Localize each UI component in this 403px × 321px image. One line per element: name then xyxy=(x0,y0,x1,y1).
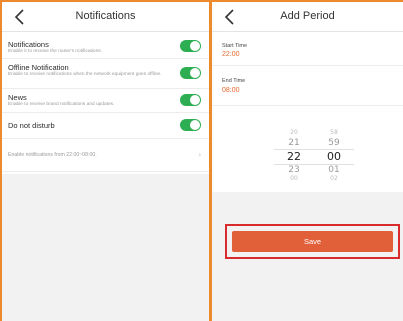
dnd-period-text: Enable notifications from 22:00~08:00. xyxy=(8,152,97,158)
start-time-value: 22:00 xyxy=(222,51,240,58)
picker-minute[interactable]: 58 xyxy=(319,129,349,136)
start-time-label: Start Time xyxy=(222,43,248,49)
start-time-row[interactable]: Start Time 22:00 xyxy=(212,32,403,66)
time-picker[interactable]: 20 21 22 23 00 58 59 00 01 02 xyxy=(212,109,403,191)
add-period-screen: Add Period Start Time 22:00 End Time 08:… xyxy=(212,0,403,321)
dnd-period-row[interactable]: Enable notifications from 22:00~08:00. › xyxy=(2,139,209,172)
picker-minute[interactable]: 01 xyxy=(319,165,349,175)
setting-title: Do not disturb xyxy=(8,121,55,130)
picker-selection-top-line xyxy=(274,149,354,150)
page-title: Notifications xyxy=(75,10,136,22)
setting-title: News xyxy=(8,93,27,102)
page-title: Add Period xyxy=(280,10,335,22)
picker-hour[interactable]: 21 xyxy=(279,138,309,148)
picker-minute[interactable]: 02 xyxy=(319,175,349,182)
save-highlight: Save xyxy=(225,224,400,259)
news-toggle[interactable] xyxy=(180,94,201,106)
empty-area xyxy=(2,174,209,321)
setting-desc: Enable it to receive the router's notifi… xyxy=(8,49,102,54)
setting-row-dnd: Do not disturb xyxy=(2,113,209,139)
end-time-value: 08:00 xyxy=(222,87,240,94)
setting-row-news: News Enable to receive brand notificatio… xyxy=(2,89,209,113)
setting-title: Offline Notification xyxy=(8,63,69,72)
add-period-header: Add Period xyxy=(212,2,403,32)
picker-hour[interactable]: 20 xyxy=(279,129,309,136)
setting-title: Notifications xyxy=(8,40,49,49)
end-time-row[interactable]: End Time 08:00 xyxy=(212,66,403,106)
setting-row-offline: Offline Notification Enable to receive n… xyxy=(2,59,209,89)
notifications-toggle[interactable] xyxy=(180,40,201,52)
notifications-screen: Notifications Notifications Enable it to… xyxy=(0,0,212,321)
setting-row-notifications: Notifications Enable it to receive the r… xyxy=(2,32,209,59)
picker-hour[interactable]: 00 xyxy=(279,175,309,182)
picker-hour[interactable]: 23 xyxy=(279,165,309,175)
end-time-label: End Time xyxy=(222,78,246,84)
do-not-disturb-toggle[interactable] xyxy=(180,119,201,131)
offline-notification-toggle[interactable] xyxy=(180,67,201,79)
setting-desc: Enable to receive brand notifications an… xyxy=(8,102,115,107)
picker-minute[interactable]: 59 xyxy=(319,138,349,148)
picker-minute-selected[interactable]: 00 xyxy=(319,150,349,163)
picker-hour-selected[interactable]: 22 xyxy=(279,150,309,163)
picker-selection-bottom-line xyxy=(274,164,354,165)
save-button[interactable]: Save xyxy=(232,231,393,252)
setting-desc: Enable to receive notifications when the… xyxy=(8,72,162,77)
notifications-header: Notifications xyxy=(2,2,209,32)
chevron-right-icon: › xyxy=(198,150,201,159)
